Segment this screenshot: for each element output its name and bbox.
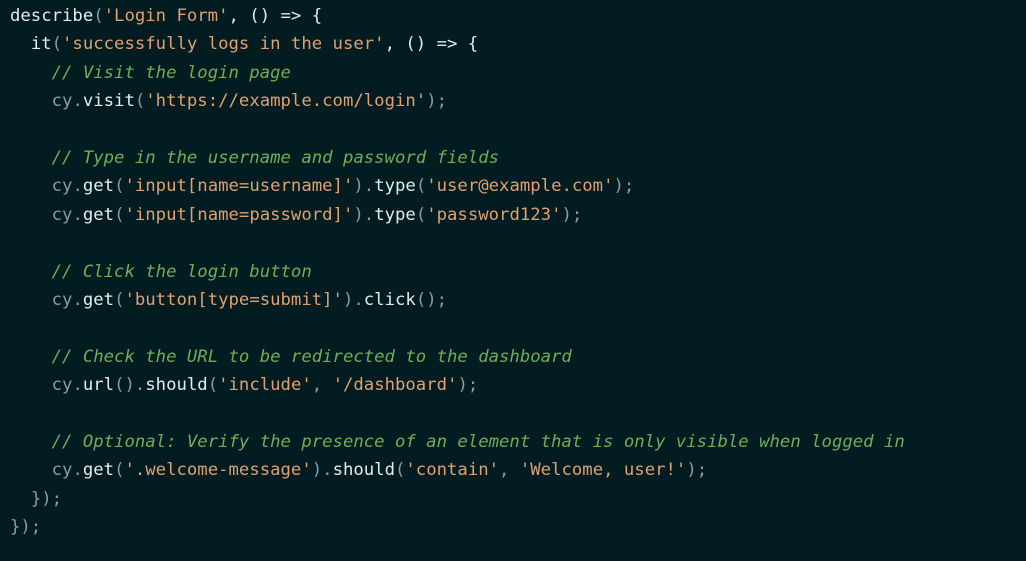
code-line-8: cy.get('input[name=password]').type('pas… [51, 204, 583, 225]
comment: // Visit the login page [51, 62, 291, 83]
code-block[interactable]: describe('Login Form', () => { it('succe… [10, 2, 1026, 541]
code-line-10: // Click the login button [10, 258, 1026, 286]
code-line-3: // Visit the login page [10, 59, 1026, 87]
code-editor[interactable]: describe('Login Form', () => { it('succe… [0, 0, 1026, 561]
code-line-14: cy.url().should('include', '/dashboard')… [51, 375, 479, 396]
comment: // Check the URL to be redirected to the… [51, 346, 572, 367]
comment: // Optional: Verify the presence of an e… [51, 431, 905, 452]
code-line-18: }); [30, 488, 63, 509]
code-line-16: // Optional: Verify the presence of an e… [10, 428, 1026, 456]
code-line-4: cy.visit('https://example.com/login'); [51, 91, 448, 112]
code-line-13: // Check the URL to be redirected to the… [10, 343, 1026, 371]
comment: // Type in the username and password fie… [51, 147, 500, 168]
code-line-6: // Type in the username and password fie… [10, 144, 1026, 172]
code-line-2: it('successfully logs in the user', () =… [30, 34, 479, 55]
code-line-1: describe('Login Form', () => { [10, 6, 323, 26]
comment: // Click the login button [51, 261, 312, 282]
code-line-19: }); [10, 517, 42, 538]
code-line-11: cy.get('button[type=submit]').click(); [51, 289, 448, 310]
code-line-17: cy.get('.welcome-message').should('conta… [51, 460, 708, 481]
code-line-7: cy.get('input[name=username]').type('use… [51, 176, 635, 197]
